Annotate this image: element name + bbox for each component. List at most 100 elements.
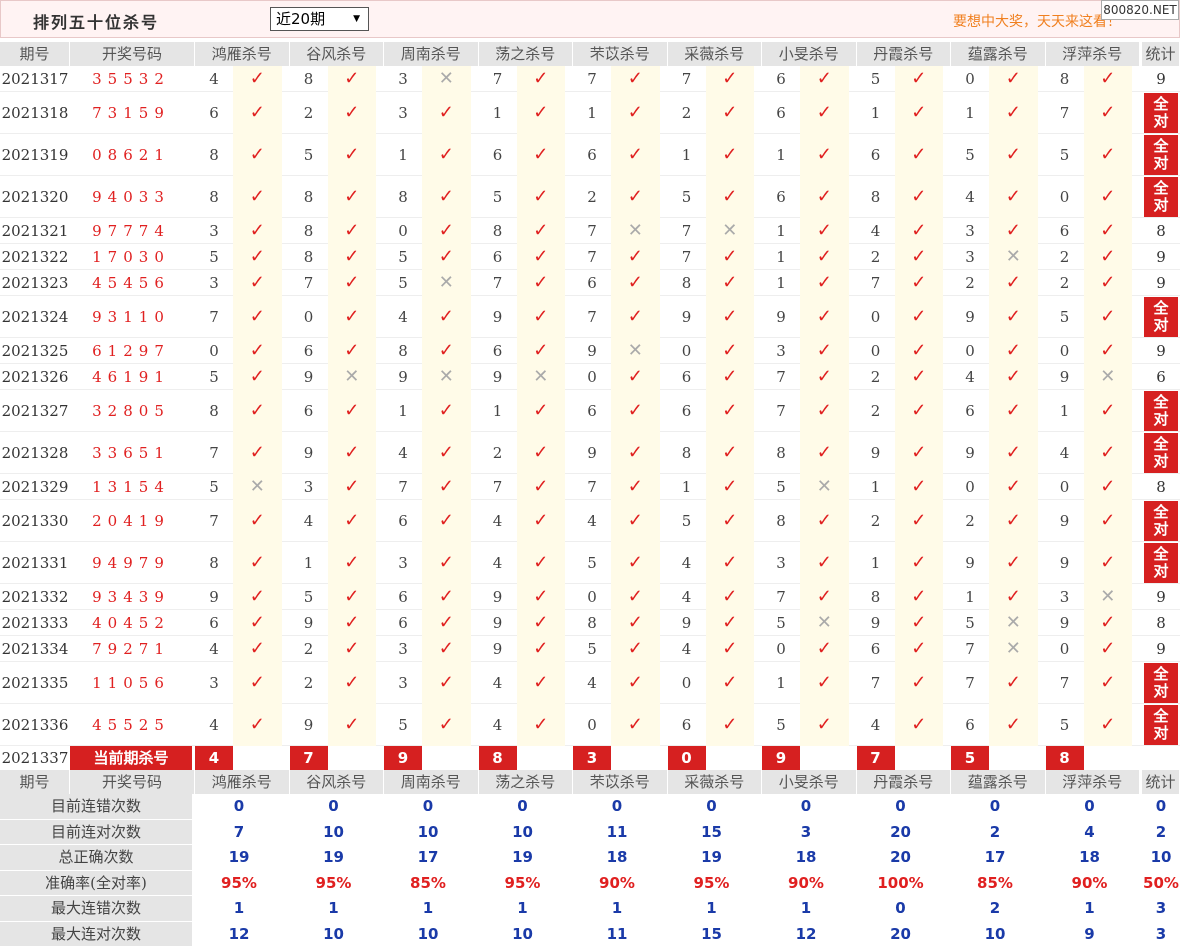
- kill-number: 9: [303, 614, 314, 632]
- check-mark-icon: ✓: [516, 296, 565, 338]
- kill-number: 1: [1059, 402, 1070, 420]
- kill-number: 3: [398, 70, 408, 88]
- issue-number: 2021327: [1, 402, 69, 420]
- kill-number: 5: [965, 146, 975, 164]
- summary-value: 0: [328, 797, 339, 815]
- kill-number: 1: [870, 478, 881, 496]
- kill-number: 0: [303, 308, 314, 326]
- kill-number: 9: [492, 368, 503, 386]
- kill-number: 8: [776, 444, 786, 462]
- check-mark-icon: ✓: [611, 610, 660, 636]
- cross-mark-icon: ✕: [422, 270, 471, 296]
- kill-number: 8: [1059, 70, 1070, 88]
- check-mark-icon: ✓: [989, 704, 1038, 746]
- check-mark-icon: ✓: [327, 390, 376, 432]
- issue-number: 2021329: [1, 478, 69, 496]
- kill-number: 8: [209, 146, 219, 164]
- kill-number: 1: [776, 674, 786, 692]
- kill-number: 9: [870, 614, 881, 632]
- kill-number: 5: [776, 478, 786, 496]
- check-mark-icon: ✓: [989, 500, 1038, 542]
- row-stat: 9: [1156, 70, 1166, 88]
- cross-mark-icon: ✕: [611, 218, 660, 244]
- kill-number: 9: [492, 640, 503, 658]
- check-mark-icon: ✓: [989, 296, 1038, 338]
- check-mark-icon: ✓: [800, 584, 849, 610]
- kill-number: 5: [1059, 716, 1070, 734]
- kill-number: 6: [398, 588, 408, 606]
- kill-number: 8: [398, 188, 408, 206]
- check-mark-icon: ✓: [989, 92, 1038, 134]
- kill-number: 1: [870, 104, 881, 122]
- kill-number: 9: [492, 588, 503, 606]
- check-mark-icon: ✓: [516, 662, 565, 704]
- check-mark-icon: ✓: [422, 500, 471, 542]
- chevron-down-icon: ▼: [353, 14, 360, 24]
- kill-number: 0: [398, 222, 408, 240]
- kill-number: 7: [965, 674, 975, 692]
- summary-value: 0: [611, 797, 623, 815]
- kill-number: 2: [587, 188, 597, 206]
- top-bar: 排列五十位杀号 近20期 ▼ 要想中大奖，天天来这看！: [0, 0, 1180, 38]
- check-mark-icon: ✓: [611, 704, 660, 746]
- check-mark-icon: ✓: [1083, 66, 1132, 92]
- issue-number: 2021324: [1, 308, 69, 326]
- site-watermark: 800820.NET: [1101, 0, 1179, 20]
- summary-value: 17: [417, 848, 439, 866]
- draw-numbers: 45525: [92, 716, 170, 734]
- cross-mark-icon: ✕: [516, 364, 565, 390]
- check-mark-icon: ✓: [800, 270, 849, 296]
- summary-value: 20: [890, 822, 911, 841]
- check-mark-icon: ✓: [233, 338, 282, 364]
- slogan-text: 要想中大奖，天天来这看！: [953, 14, 1121, 30]
- check-mark-icon: ✓: [327, 662, 376, 704]
- check-mark-icon: ✓: [516, 474, 565, 500]
- all-correct-badge: 全对: [1144, 93, 1178, 133]
- footer-header-col-expert: 小旻杀号: [762, 770, 857, 794]
- draw-numbers: 94979: [92, 554, 170, 572]
- summary-stat: 3: [1155, 924, 1167, 943]
- check-mark-icon: ✓: [989, 474, 1038, 500]
- kill-number: 9: [965, 554, 975, 572]
- summary-value: 0: [1084, 797, 1095, 815]
- check-mark-icon: ✓: [894, 296, 943, 338]
- kill-number: 7: [776, 402, 786, 420]
- current-kill-number: 8: [1045, 746, 1084, 770]
- kill-number: 8: [398, 342, 408, 360]
- summary-stat: 50%: [1143, 873, 1179, 892]
- period-select[interactable]: 近20期 ▼: [270, 7, 369, 31]
- kill-number: 9: [681, 614, 692, 632]
- check-mark-icon: ✓: [989, 364, 1038, 390]
- draw-numbers: 11056: [92, 674, 170, 692]
- summary-value: 85%: [977, 873, 1013, 892]
- check-mark-icon: ✓: [233, 176, 282, 218]
- check-mark-icon: ✓: [705, 662, 754, 704]
- kill-number: 9: [870, 444, 881, 462]
- kill-number: 7: [776, 368, 786, 386]
- issue-number: 2021336: [1, 716, 69, 734]
- kill-number: 6: [681, 716, 692, 734]
- kill-number: 4: [870, 222, 881, 240]
- kill-number: 7: [492, 70, 503, 88]
- check-mark-icon: ✓: [422, 338, 471, 364]
- kill-number: 7: [587, 70, 597, 88]
- draw-numbers: 33651: [92, 444, 170, 462]
- row-stat: 9: [1156, 588, 1166, 606]
- check-mark-icon: ✓: [233, 244, 282, 270]
- kill-number: 4: [492, 674, 503, 692]
- kill-number: 6: [587, 146, 597, 164]
- check-mark-icon: ✓: [611, 474, 660, 500]
- kill-number: 4: [209, 640, 219, 658]
- kill-number: 2: [870, 248, 881, 266]
- check-mark-icon: ✓: [989, 542, 1038, 584]
- kill-number: 7: [492, 478, 503, 496]
- check-mark-icon: ✓: [516, 176, 565, 218]
- current-kill-number: 7: [856, 746, 895, 770]
- kill-number: 9: [587, 444, 597, 462]
- check-mark-icon: ✓: [611, 500, 660, 542]
- check-mark-icon: ✓: [422, 704, 471, 746]
- summary-value: 18: [795, 848, 817, 866]
- check-mark-icon: ✓: [800, 390, 849, 432]
- check-mark-icon: ✓: [1083, 296, 1132, 338]
- check-mark-icon: ✓: [705, 270, 754, 296]
